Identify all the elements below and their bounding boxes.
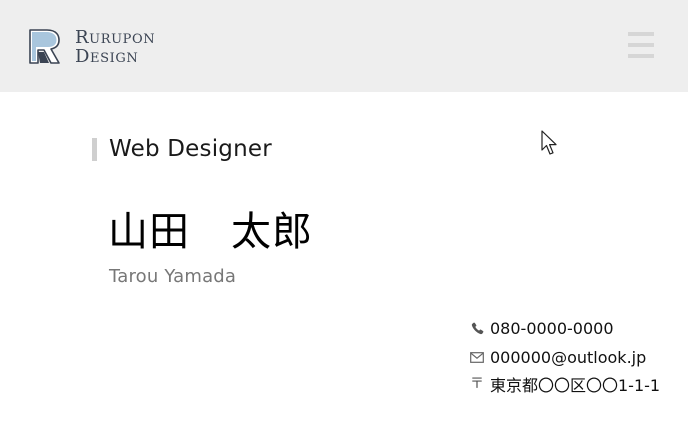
brand-name-line1: Rurupon bbox=[75, 27, 156, 48]
street-address: 東京都〇〇区〇〇1-1-1 bbox=[490, 376, 661, 395]
contact-phone[interactable]: 080-0000-0000 bbox=[470, 317, 614, 339]
contact-email[interactable]: 000000@outlook.jp bbox=[470, 346, 646, 368]
menu-bar-top bbox=[628, 32, 654, 36]
brand-name-line2: Design bbox=[75, 46, 139, 67]
job-title-text: Web Designer bbox=[109, 136, 272, 162]
job-title: Web Designer bbox=[92, 135, 272, 163]
menu-bar-middle bbox=[628, 43, 654, 47]
mouse-pointer-icon bbox=[541, 130, 557, 155]
email-address: 000000@outlook.jp bbox=[490, 347, 647, 367]
job-title-accent-bar bbox=[92, 137, 97, 161]
name-romanized: Tarou Yamada bbox=[109, 266, 237, 287]
contact-address: 〒 東京都〇〇区〇〇1-1-1 bbox=[470, 373, 660, 395]
postal-mark: 〒 bbox=[470, 376, 484, 392]
phone-icon bbox=[470, 321, 484, 335]
phone-number: 080-0000-0000 bbox=[490, 318, 614, 338]
hamburger-menu-icon[interactable] bbox=[626, 30, 656, 60]
site-header: Rurupon Design bbox=[0, 0, 688, 92]
envelope-icon bbox=[470, 350, 484, 364]
postal-mark-icon: 〒 bbox=[470, 377, 484, 391]
brand-logo[interactable]: Rurupon Design bbox=[28, 26, 155, 66]
brand-name: Rurupon Design bbox=[75, 26, 155, 66]
menu-bar-bottom bbox=[628, 54, 654, 58]
name-japanese: 山田 太郎 bbox=[108, 209, 313, 255]
logo-mark-icon bbox=[29, 28, 60, 64]
